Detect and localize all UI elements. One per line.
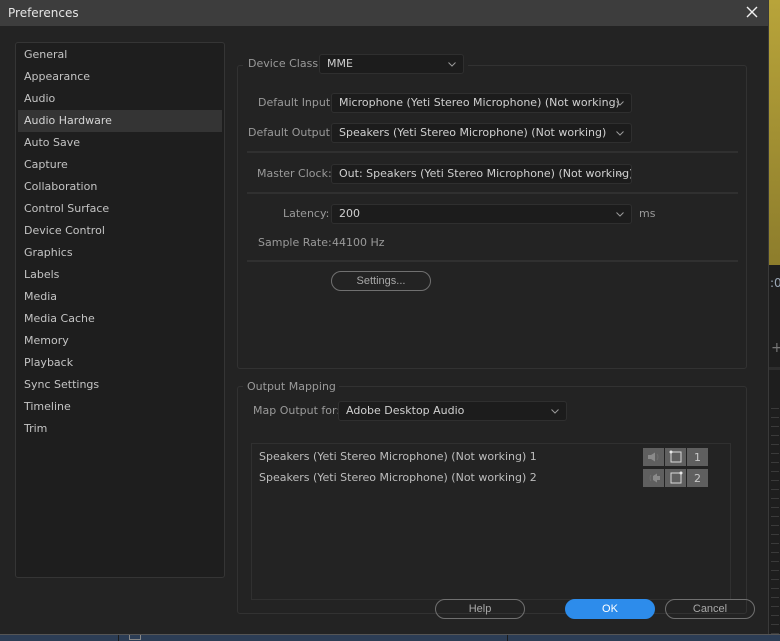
window-title: Preferences	[8, 6, 79, 20]
background-timecode-fragment: :0	[770, 276, 780, 290]
master-clock-dropdown[interactable]: Out: Speakers (Yeti Stereo Microphone) (…	[331, 164, 632, 184]
section-divider	[247, 192, 738, 194]
chevron-down-icon	[615, 124, 625, 142]
channel-number: 1	[687, 448, 708, 466]
sidebar-item-memory[interactable]: Memory	[18, 330, 222, 352]
chevron-down-icon	[615, 94, 625, 112]
background-separator	[118, 635, 119, 641]
background-plus-icon: +	[771, 340, 780, 356]
chevron-down-icon	[550, 402, 560, 420]
sidebar-item-appearance[interactable]: Appearance	[18, 66, 222, 88]
default-output-dropdown[interactable]: Speakers (Yeti Stereo Microphone) (Not w…	[331, 123, 632, 143]
master-clock-value: Out: Speakers (Yeti Stereo Microphone) (…	[339, 167, 632, 180]
ok-button[interactable]: OK	[565, 599, 655, 619]
sidebar-item-audio[interactable]: Audio	[18, 88, 222, 110]
latency-unit: ms	[639, 207, 656, 220]
sidebar-item-labels[interactable]: Labels	[18, 264, 222, 286]
map-output-dropdown[interactable]: Adobe Desktop Audio	[338, 401, 567, 421]
close-button[interactable]	[744, 3, 760, 21]
default-output-value: Speakers (Yeti Stereo Microphone) (Not w…	[339, 126, 607, 139]
sidebar-item-trim[interactable]: Trim	[18, 418, 222, 440]
chevron-down-icon	[615, 205, 625, 223]
channel-box-button[interactable]	[665, 469, 686, 487]
sidebar-item-control-surface[interactable]: Control Surface	[18, 198, 222, 220]
sidebar-item-general[interactable]: General	[18, 44, 222, 66]
map-output-value: Adobe Desktop Audio	[346, 404, 465, 417]
sample-rate-label: Sample Rate:	[258, 236, 332, 249]
help-button[interactable]: Help	[435, 599, 525, 619]
channel-row[interactable]: Speakers (Yeti Stereo Microphone) (Not w…	[259, 448, 537, 466]
latency-dropdown[interactable]: 200	[331, 204, 632, 224]
speaker-left-button[interactable]	[643, 448, 664, 466]
sidebar-item-collaboration[interactable]: Collaboration	[18, 176, 222, 198]
sidebar-item-audio-hardware[interactable]: Audio Hardware	[18, 110, 222, 132]
chevron-down-icon	[447, 55, 457, 73]
speaker-right-button[interactable]	[643, 469, 664, 487]
channel-number: 2	[687, 469, 708, 487]
preferences-dialog: Preferences General Appearance Audio Aud…	[0, 0, 769, 634]
close-icon	[746, 6, 758, 18]
latency-value: 200	[339, 207, 360, 220]
output-mapping-title: Output Mapping	[247, 380, 336, 393]
sidebar-item-sync-settings[interactable]: Sync Settings	[18, 374, 222, 396]
default-output-label: Default Output:	[248, 126, 334, 139]
sidebar-item-auto-save[interactable]: Auto Save	[18, 132, 222, 154]
sample-rate-value: 44100 Hz	[332, 236, 385, 249]
background-clip	[769, 0, 780, 265]
device-class-dropdown[interactable]: MME	[319, 54, 464, 74]
background-handle	[129, 635, 141, 640]
channel-box-icon	[670, 471, 682, 484]
background-separator	[507, 635, 508, 641]
sidebar-item-media-cache[interactable]: Media Cache	[18, 308, 222, 330]
cancel-button[interactable]: Cancel	[665, 599, 755, 619]
preferences-category-list: General Appearance Audio Audio Hardware …	[15, 42, 225, 578]
settings-button[interactable]: Settings...	[331, 271, 431, 291]
background-app-edge: :0 +	[769, 0, 780, 641]
sidebar-item-graphics[interactable]: Graphics	[18, 242, 222, 264]
channel-box-button[interactable]	[665, 448, 686, 466]
sidebar-item-playback[interactable]: Playback	[18, 352, 222, 374]
speaker-left-icon	[647, 452, 658, 462]
channel-row[interactable]: Speakers (Yeti Stereo Microphone) (Not w…	[259, 469, 537, 487]
speaker-right-icon	[649, 473, 660, 483]
channel-box-icon	[669, 450, 681, 463]
background-ruler	[771, 400, 779, 636]
master-clock-label: Master Clock:	[257, 167, 332, 180]
section-divider	[247, 260, 738, 262]
sidebar-item-timeline[interactable]: Timeline	[18, 396, 222, 418]
section-divider	[247, 151, 738, 153]
sidebar-item-device-control[interactable]: Device Control	[18, 220, 222, 242]
background-divider	[769, 367, 780, 370]
channel-mapping-list: Speakers (Yeti Stereo Microphone) (Not w…	[251, 443, 731, 600]
sidebar-item-capture[interactable]: Capture	[18, 154, 222, 176]
sidebar-item-media[interactable]: Media	[18, 286, 222, 308]
background-app-bottom	[0, 634, 780, 641]
default-input-value: Microphone (Yeti Stereo Microphone) (Not…	[339, 96, 620, 109]
title-bar: Preferences	[0, 0, 768, 26]
map-output-label: Map Output for:	[253, 404, 341, 417]
device-class-label: Device Class:	[248, 57, 322, 70]
device-class-value: MME	[327, 57, 353, 70]
default-input-label: Default Input:	[258, 96, 334, 109]
default-input-dropdown[interactable]: Microphone (Yeti Stereo Microphone) (Not…	[331, 93, 632, 113]
chevron-down-icon	[615, 165, 625, 183]
latency-label: Latency:	[283, 207, 330, 220]
